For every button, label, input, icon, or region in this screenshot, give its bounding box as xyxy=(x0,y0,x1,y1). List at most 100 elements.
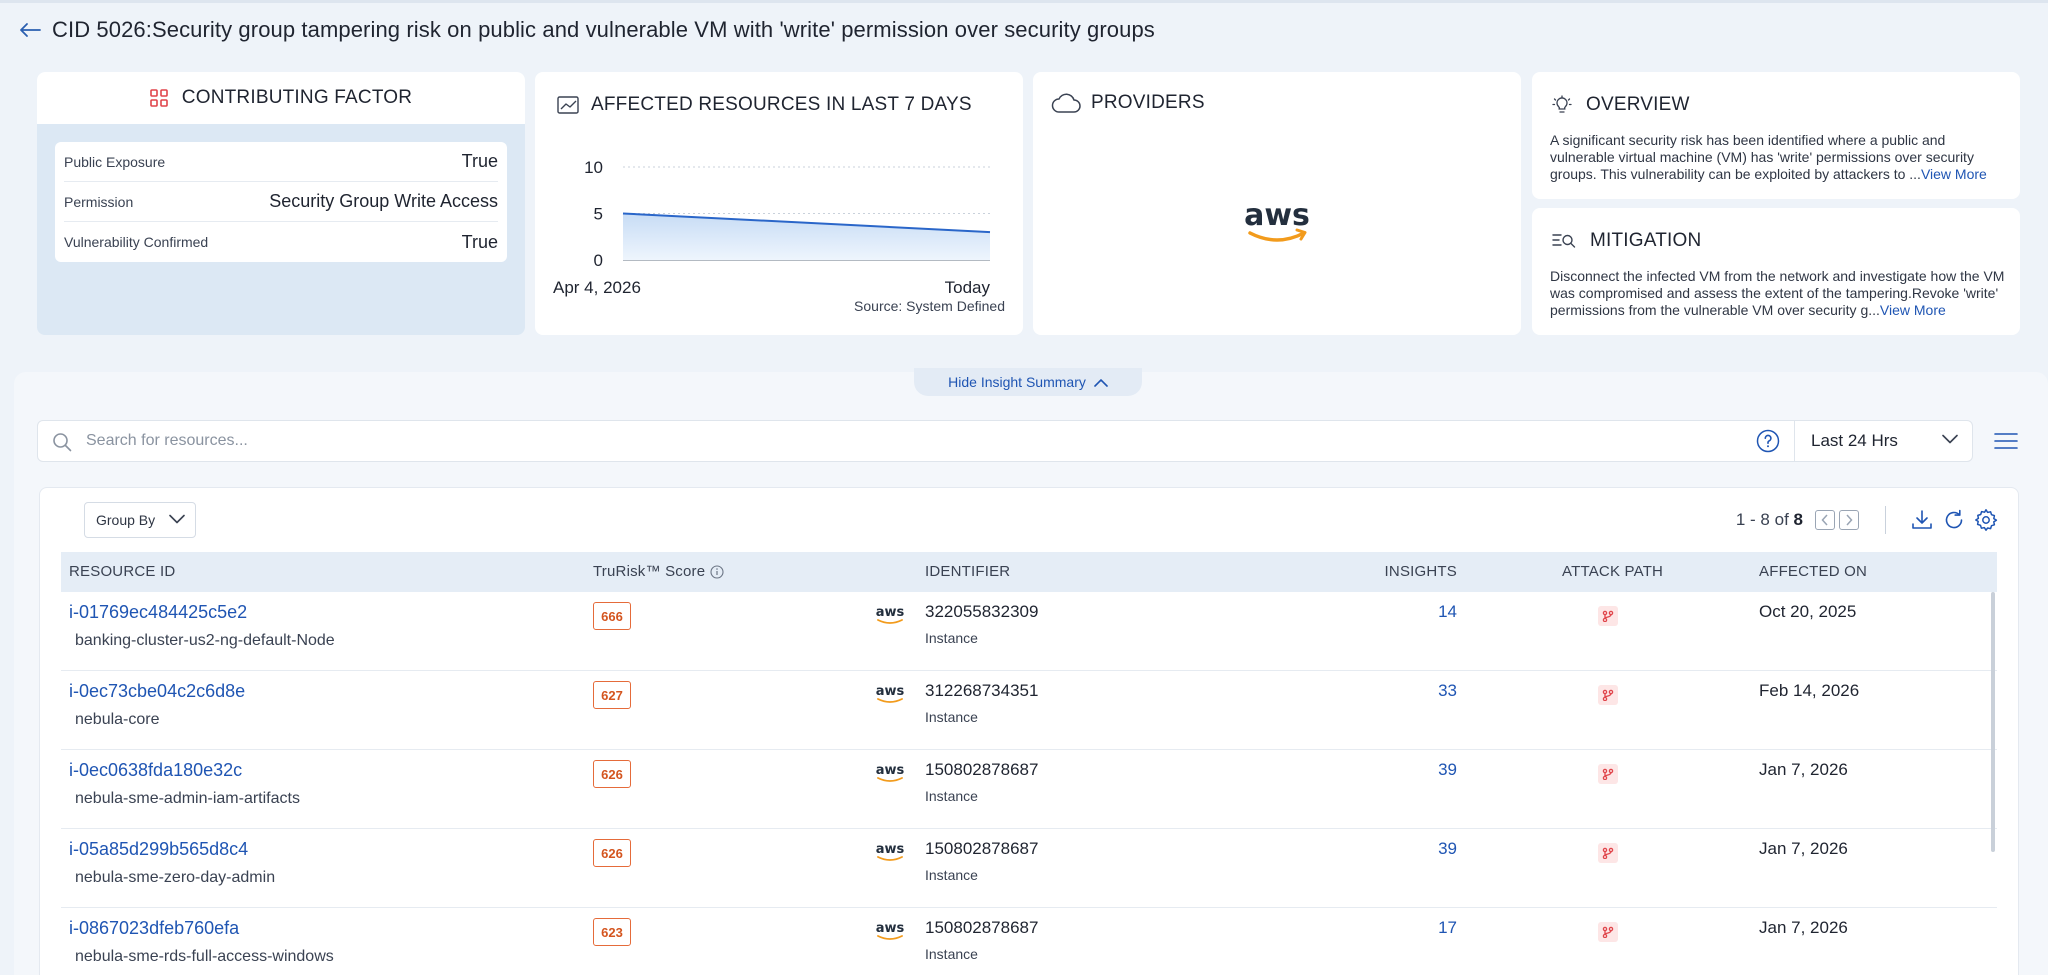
contributing-factor-card: CONTRIBUTING FACTOR Public Exposure True… xyxy=(37,72,525,335)
identifier-type: Instance xyxy=(925,709,978,725)
refresh-icon[interactable] xyxy=(1942,508,1966,532)
insights-count-link[interactable]: 39 xyxy=(1391,760,1457,780)
y-tick-label: 10 xyxy=(584,158,603,177)
table-row: i-0ec0638fda180e32c nebula-sme-admin-iam… xyxy=(61,750,1997,829)
next-page-button[interactable] xyxy=(1839,510,1859,530)
attack-path-icon[interactable] xyxy=(1598,764,1618,784)
cf-label: Permission xyxy=(64,193,134,210)
chevron-down-icon xyxy=(169,514,185,524)
chevron-up-icon xyxy=(1094,378,1108,387)
search-input[interactable] xyxy=(86,421,1786,461)
table-row: i-05a85d299b565d8c4 nebula-sme-zero-day-… xyxy=(61,829,1997,908)
top-border xyxy=(0,0,2048,3)
resource-id-link[interactable]: i-05a85d299b565d8c4 xyxy=(69,839,248,860)
affected-on-date: Oct 20, 2025 xyxy=(1759,602,1857,621)
aws-logo-icon: aws xyxy=(875,762,905,789)
overview-view-more-link[interactable]: View More xyxy=(1921,166,1987,182)
cf-label: Public Exposure xyxy=(64,153,166,170)
x-tick-label: Apr 4, 2026 xyxy=(553,278,641,297)
page-header: CID 5026:Security group tampering risk o… xyxy=(16,14,1155,46)
trurisk-score-badge: 626 xyxy=(593,760,631,788)
group-by-dropdown[interactable]: Group By xyxy=(84,502,196,538)
aws-logo-icon: aws xyxy=(875,604,905,631)
back-arrow-icon[interactable] xyxy=(16,16,44,44)
attack-path-icon[interactable] xyxy=(1598,922,1618,942)
resource-name: nebula-sme-zero-day-admin xyxy=(75,869,276,886)
contributing-factor-table: Public Exposure True Permission Security… xyxy=(55,142,507,262)
providers-title: PROVIDERS xyxy=(1091,92,1205,113)
svg-text:aws: aws xyxy=(876,763,905,778)
aws-logo-icon: aws xyxy=(875,683,905,710)
cf-label: Vulnerability Confirmed xyxy=(64,234,209,250)
lightbulb-icon xyxy=(1552,95,1572,115)
resource-name: nebula-sme-rds-full-access-windows xyxy=(75,948,334,965)
attack-path-icon[interactable] xyxy=(1598,843,1618,863)
search-icon xyxy=(52,432,72,452)
overview-description: A significant security risk has been ide… xyxy=(1550,132,2008,183)
identifier-value: 312268734351 xyxy=(925,681,1039,700)
affected-on-date: Jan 7, 2026 xyxy=(1759,760,1848,779)
search-list-icon xyxy=(1552,232,1576,250)
table-scrollbar[interactable] xyxy=(1991,592,1995,852)
col-insights[interactable]: INSIGHTS xyxy=(1371,552,1457,592)
cf-value: True xyxy=(461,231,498,252)
insights-count-link[interactable]: 39 xyxy=(1391,839,1457,859)
contributing-factor-header: CONTRIBUTING FACTOR xyxy=(37,72,525,124)
col-trurisk-score[interactable]: TruRisk™ Score xyxy=(593,552,724,592)
help-icon[interactable] xyxy=(1756,429,1780,453)
y-tick-label: 5 xyxy=(594,205,603,224)
cf-row: Public Exposure True xyxy=(64,142,498,182)
search-bar: Last 24 Hrs xyxy=(37,420,1973,462)
settings-gear-icon[interactable] xyxy=(1974,508,1998,532)
line-chart-icon xyxy=(557,96,579,114)
overview-title: OVERVIEW xyxy=(1586,94,1690,115)
trurisk-score-badge: 623 xyxy=(593,918,631,946)
cf-value: Security Group Write Access xyxy=(269,191,498,211)
identifier-value: 150802878687 xyxy=(925,839,1039,858)
identifier-value: 150802878687 xyxy=(925,760,1039,779)
col-trurisk-score-label: TruRisk™ Score xyxy=(593,563,706,580)
pager-text: 1 - 8 of 8 xyxy=(1736,510,1803,530)
resource-id-link[interactable]: i-0ec0638fda180e32c xyxy=(69,760,242,781)
download-icon[interactable] xyxy=(1910,508,1934,532)
resource-id-link[interactable]: i-0867023dfeb760efa xyxy=(69,918,239,939)
hamburger-menu-icon[interactable] xyxy=(1994,431,2018,451)
providers-card: PROVIDERS aws xyxy=(1033,72,1521,335)
trurisk-score-badge: 627 xyxy=(593,681,631,709)
mitigation-card: MITIGATION Disconnect the infected VM fr… xyxy=(1532,208,2020,335)
trurisk-score-badge: 626 xyxy=(593,839,631,867)
col-attack-path[interactable]: ATTACK PATH xyxy=(1562,552,1663,592)
aws-logo-icon: aws xyxy=(875,841,905,868)
info-icon[interactable] xyxy=(710,565,724,579)
affected-resources-card: 0 5 10 Apr 4, 2026 Today AFFECTED RESOURCES … xyxy=(535,72,1023,335)
col-identifier[interactable]: IDENTIFIER xyxy=(925,552,1010,592)
chevron-right-icon xyxy=(1846,514,1853,526)
col-affected-on[interactable]: AFFECTED ON xyxy=(1759,552,1867,592)
affected-resources-header: AFFECTED RESOURCES IN LAST 7 DAYS xyxy=(557,94,972,116)
pager-total: 8 xyxy=(1793,510,1803,529)
resource-id-link[interactable]: i-0ec73cbe04c2c6d8e xyxy=(69,681,245,702)
resource-id-link[interactable]: i-01769ec484425c5e2 xyxy=(69,602,247,623)
affected-on-date: Feb 14, 2026 xyxy=(1759,681,1860,700)
resource-name: banking-cluster-us2-ng-default-Node xyxy=(75,632,335,649)
identifier-value: 150802878687 xyxy=(925,918,1039,937)
identifier-type: Instance xyxy=(925,946,978,962)
attack-path-icon[interactable] xyxy=(1598,685,1618,705)
identifier-value: 322055832309 xyxy=(925,602,1039,621)
col-resource-id[interactable]: RESOURCE ID xyxy=(69,552,175,592)
mitigation-view-more-link[interactable]: View More xyxy=(1880,302,1946,318)
resources-table-card: Group By 1 - 8 of 8 RESOURCE ID TruRisk™… xyxy=(39,487,2019,975)
attack-path-icon[interactable] xyxy=(1598,606,1618,626)
page-title: CID 5026:Security group tampering risk o… xyxy=(52,17,1155,42)
cf-row: Vulnerability Confirmed True xyxy=(64,222,498,262)
resource-name: nebula-core xyxy=(75,711,160,728)
insights-count-link[interactable]: 14 xyxy=(1391,602,1457,622)
insights-count-link[interactable]: 17 xyxy=(1391,918,1457,938)
time-range-select[interactable]: Last 24 Hrs xyxy=(1794,421,1974,461)
resource-name: nebula-sme-admin-iam-artifacts xyxy=(75,790,300,807)
cf-value: True xyxy=(461,151,498,171)
insights-count-link[interactable]: 33 xyxy=(1391,681,1457,701)
prev-page-button[interactable] xyxy=(1815,510,1835,530)
group-by-label: Group By xyxy=(96,512,156,528)
hide-insight-summary-toggle[interactable]: Hide Insight Summary xyxy=(914,368,1142,396)
